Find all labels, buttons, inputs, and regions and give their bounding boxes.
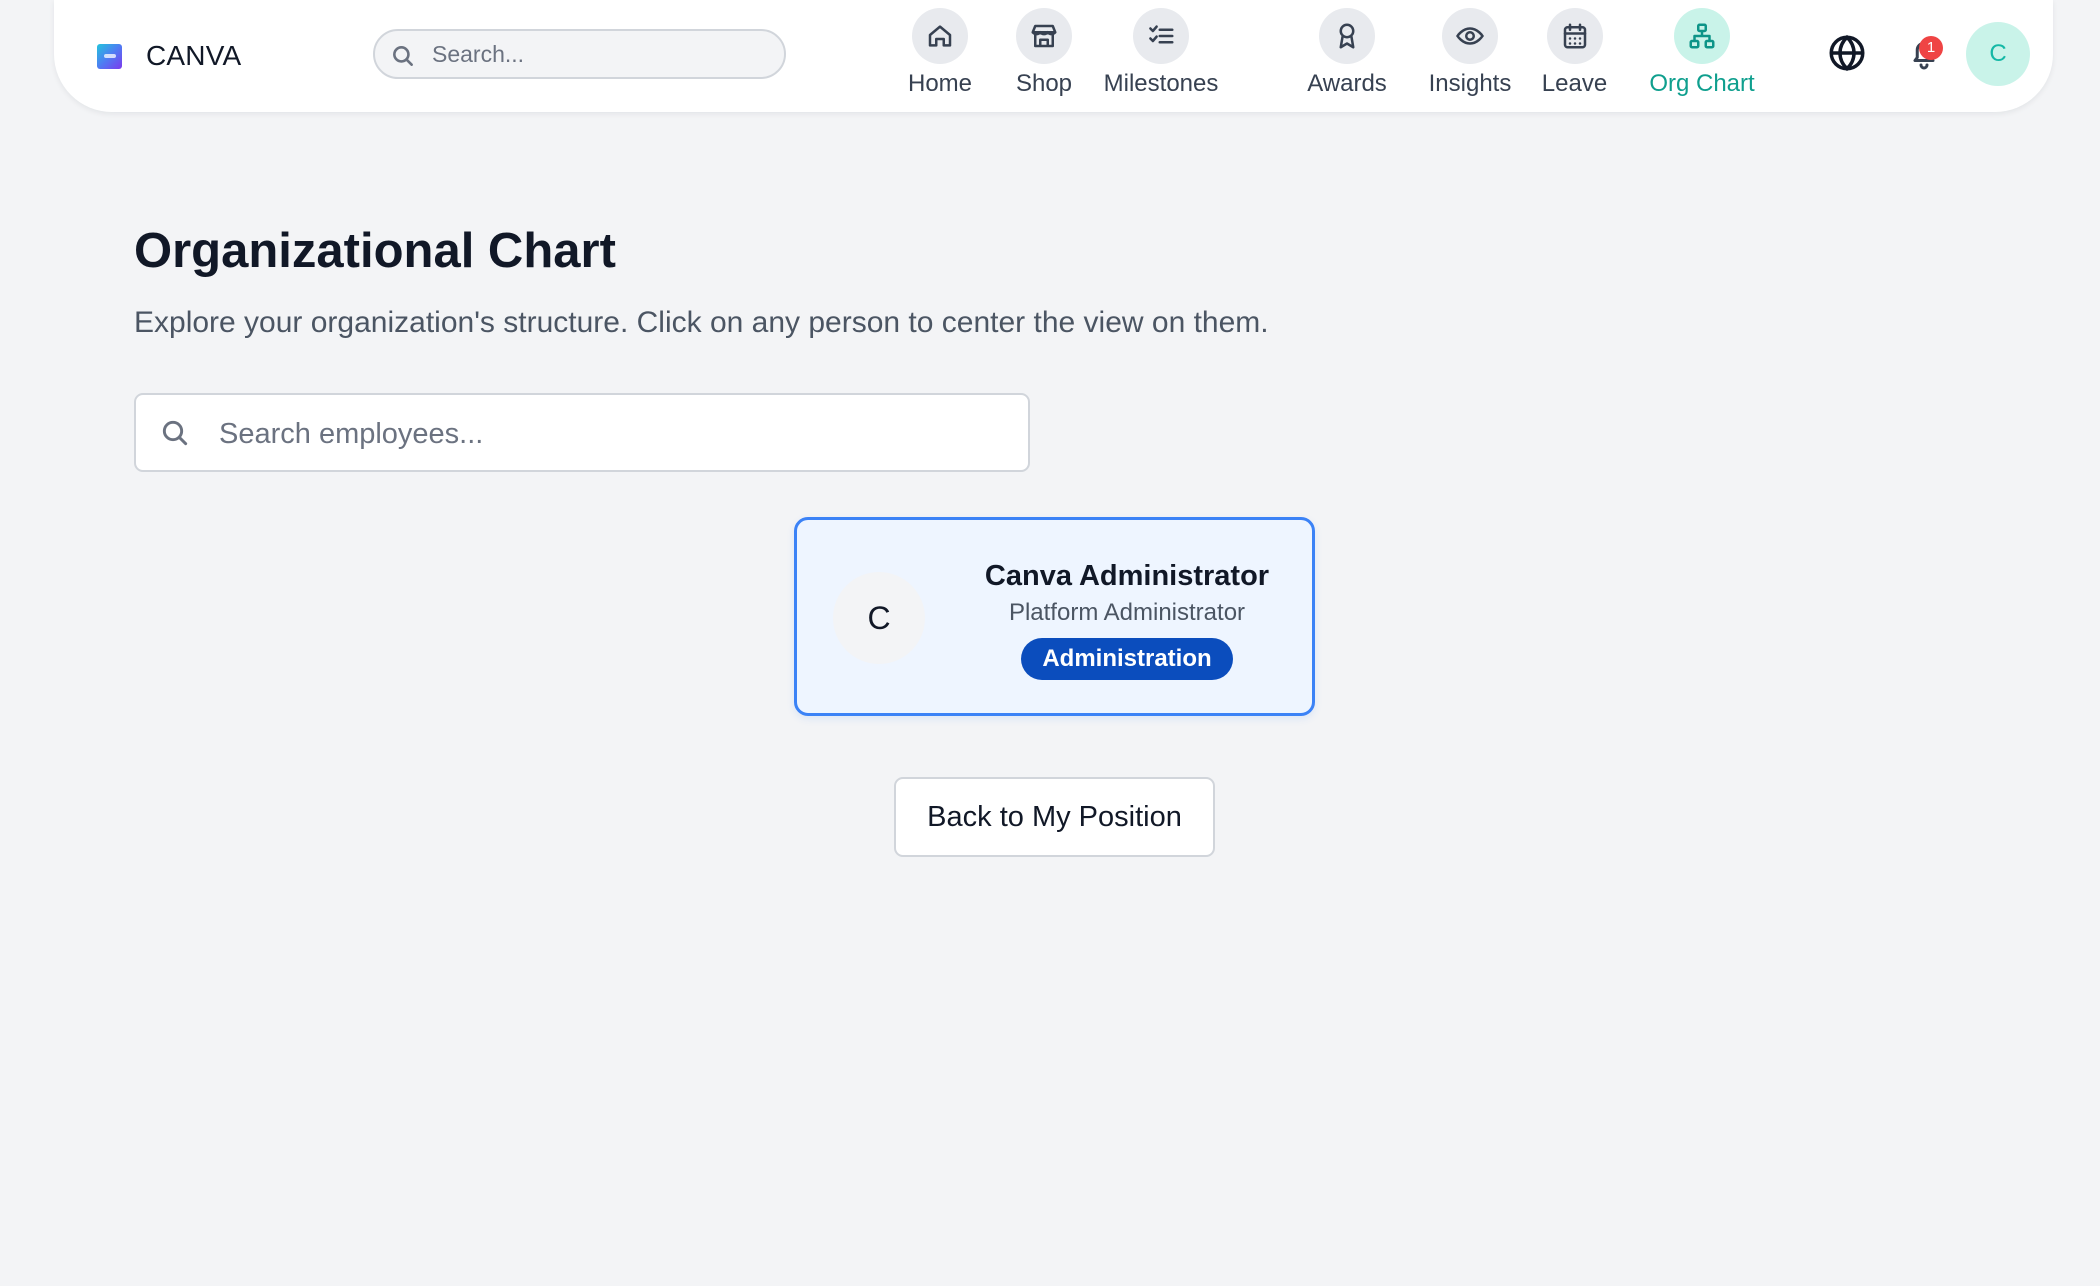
nav-label-awards: Awards — [1307, 70, 1387, 97]
nav-item-org-chart[interactable]: Org Chart — [1648, 8, 1756, 104]
user-avatar[interactable]: C — [1966, 22, 2030, 86]
nav-label-shop: Shop — [1015, 70, 1073, 97]
person-role: Platform Administrator — [1008, 599, 1246, 626]
calendar-icon — [1546, 8, 1603, 64]
home-icon — [912, 8, 968, 64]
person-name: Canva Administrator — [984, 560, 1270, 592]
person-avatar: C — [833, 572, 925, 664]
nav-label-insights: Insights — [1428, 70, 1512, 97]
page-subtitle: Explore your organization's structure. C… — [134, 306, 1269, 339]
employee-search-box[interactable] — [134, 393, 1030, 472]
back-to-my-position-button[interactable]: Back to My Position — [894, 777, 1215, 857]
nav-item-milestones[interactable]: Milestones — [1102, 8, 1220, 104]
top-navigation-bar: CANVA Home — [54, 0, 2053, 112]
nav-item-insights[interactable]: Insights — [1426, 8, 1514, 104]
department-badge: Administration — [1021, 638, 1233, 680]
award-icon — [1319, 8, 1375, 64]
main-navigation: Home Shop Milestones Awards Insights Lea… — [54, 0, 2053, 112]
employee-search-input[interactable] — [217, 409, 1001, 459]
globe-icon[interactable] — [1826, 32, 1868, 74]
notification-count-badge: 1 — [1919, 36, 1943, 60]
nav-item-shop[interactable]: Shop — [1007, 8, 1081, 104]
nav-item-awards[interactable]: Awards — [1305, 8, 1389, 104]
nav-label-org-chart: Org Chart — [1649, 70, 1755, 97]
employee-search-icon — [162, 420, 188, 446]
nav-label-milestones: Milestones — [1103, 70, 1219, 97]
page-title: Organizational Chart — [134, 224, 616, 278]
nav-item-leave[interactable]: Leave — [1541, 8, 1608, 104]
person-info: Canva Administrator Platform Administrat… — [977, 558, 1277, 680]
nav-item-home[interactable]: Home — [900, 8, 980, 104]
selected-person-card[interactable]: C Canva Administrator Platform Administr… — [794, 517, 1315, 716]
org-chart-icon — [1674, 8, 1730, 64]
store-icon — [1016, 8, 1072, 64]
checklist-icon — [1133, 8, 1189, 64]
nav-label-leave: Leave — [1541, 70, 1608, 97]
nav-label-home: Home — [907, 70, 973, 97]
eye-icon — [1442, 8, 1498, 64]
